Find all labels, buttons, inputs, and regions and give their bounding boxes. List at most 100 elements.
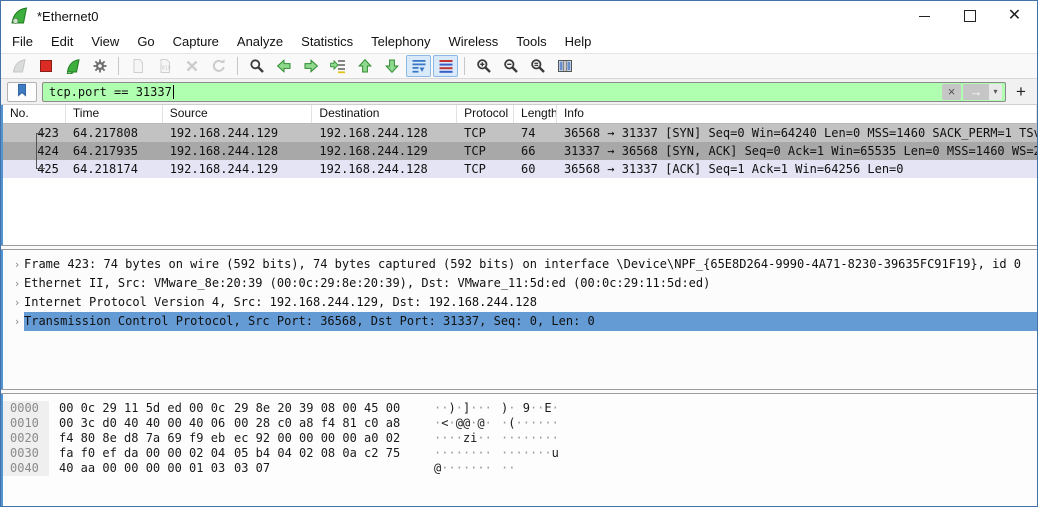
detail-row-1[interactable]: ›Ethernet II, Src: VMware_8e:20:39 (00:0…	[3, 274, 1037, 293]
column-header-time[interactable]: Time	[66, 105, 163, 123]
menu-capture[interactable]: Capture	[164, 31, 228, 53]
filter-bar: tcp.port == 31337 × → ▾ +	[1, 79, 1037, 105]
cell-info: 36568 → 31337 [SYN] Seq=0 Win=64240 Len=…	[557, 124, 1037, 142]
hex-offset: 0020	[3, 431, 49, 446]
maximize-button[interactable]	[947, 1, 992, 31]
column-header-source[interactable]: Source	[163, 105, 313, 123]
ascii-left: ··)·]···	[434, 401, 492, 416]
detail-text: Transmission Control Protocol, Src Port:…	[24, 312, 1037, 331]
stop-icon	[38, 58, 54, 74]
goto-icon	[330, 58, 346, 74]
doc010-icon: 010	[157, 58, 173, 74]
cell-source: 192.168.244.129	[163, 124, 313, 142]
find-packet-button[interactable]	[244, 55, 269, 77]
cell-time: 64.217935	[66, 142, 163, 160]
display-filter-input[interactable]: tcp.port == 31337 × → ▾	[42, 82, 1006, 102]
menu-telephony[interactable]: Telephony	[362, 31, 439, 53]
detail-row-3[interactable]: ›Transmission Control Protocol, Src Port…	[3, 312, 1037, 331]
filter-apply-button[interactable]: →	[963, 84, 989, 100]
go-to-packet-button[interactable]	[325, 55, 350, 77]
expand-arrow-icon[interactable]: ›	[10, 255, 24, 274]
column-header-protocol[interactable]: Protocol	[457, 105, 514, 123]
expand-arrow-icon[interactable]: ›	[10, 293, 24, 312]
zoom-out-button[interactable]	[498, 55, 523, 77]
ascii-left: ·<·@@·@·	[434, 416, 492, 431]
colorize-button[interactable]	[433, 55, 458, 77]
column-header-info[interactable]: Info	[557, 105, 1037, 123]
close-button[interactable]: ✕	[992, 1, 1037, 31]
reload-icon	[211, 58, 227, 74]
go-first-button[interactable]	[352, 55, 377, 77]
menu-edit[interactable]: Edit	[42, 31, 82, 53]
chevron-down-icon: ▾	[993, 87, 997, 96]
menu-go[interactable]: Go	[128, 31, 163, 53]
expand-arrow-icon[interactable]: ›	[10, 274, 24, 293]
hex-bytes-left: 40 aa 00 00 00 00 01 03	[59, 461, 225, 476]
apply-arrow-icon: →	[970, 84, 983, 99]
go-last-button[interactable]	[379, 55, 404, 77]
hex-row-0010[interactable]: 001000 3c d0 40 40 00 40 0600 28 c0 a8 f…	[3, 416, 1037, 431]
packet-list-body: 42364.217808192.168.244.129192.168.244.1…	[3, 124, 1037, 178]
hex-offset: 0030	[3, 446, 49, 461]
column-header-length[interactable]: Length	[514, 105, 557, 123]
zoom-original-button[interactable]	[525, 55, 550, 77]
wireshark-logo-icon	[9, 6, 29, 26]
packet-list-pane: No.TimeSourceDestinationProtocolLengthIn…	[1, 105, 1037, 245]
menu-wireless[interactable]: Wireless	[439, 31, 507, 53]
start-capture-button[interactable]	[6, 55, 31, 77]
resize-columns-button[interactable]	[552, 55, 577, 77]
find-icon	[249, 58, 265, 74]
minimize-button[interactable]	[902, 1, 947, 31]
hex-row-0040[interactable]: 004040 aa 00 00 00 00 01 0303 07@·······…	[3, 461, 1037, 476]
open-file-button[interactable]	[125, 55, 150, 77]
doc-icon	[130, 58, 146, 74]
save-file-button[interactable]: 010	[152, 55, 177, 77]
reload-file-button[interactable]	[206, 55, 231, 77]
menu-tools[interactable]: Tools	[507, 31, 555, 53]
ascii-left: ····zi··	[434, 431, 492, 446]
column-header-no[interactable]: No.	[3, 105, 66, 123]
cell-no: 423	[3, 124, 66, 142]
hex-row-0020[interactable]: 0020f4 80 8e d8 7a 69 f9 ebec 92 00 00 0…	[3, 431, 1037, 446]
toolbar-separator	[464, 57, 465, 75]
arrow-left-icon	[276, 58, 292, 74]
filter-bookmark-button[interactable]	[7, 82, 37, 102]
menu-file[interactable]: File	[3, 31, 42, 53]
menu-view[interactable]: View	[82, 31, 128, 53]
packet-row-423[interactable]: 42364.217808192.168.244.129192.168.244.1…	[3, 124, 1037, 142]
capture-options-button[interactable]	[87, 55, 112, 77]
auto-scroll-button[interactable]	[406, 55, 431, 77]
close-file-button[interactable]	[179, 55, 204, 77]
close-icon: ✕	[1008, 8, 1021, 24]
ascii-left: ········	[434, 446, 492, 461]
cell-info: 31337 → 36568 [SYN, ACK] Seq=0 Ack=1 Win…	[557, 142, 1037, 160]
cell-time: 64.218174	[66, 160, 163, 178]
cell-no: 424	[3, 142, 66, 160]
go-back-button[interactable]	[271, 55, 296, 77]
filter-add-button[interactable]: +	[1011, 82, 1031, 102]
menu-statistics[interactable]: Statistics	[292, 31, 362, 53]
expand-arrow-icon[interactable]: ›	[10, 312, 24, 331]
zoom-out-icon	[503, 58, 519, 74]
stop-capture-button[interactable]	[33, 55, 58, 77]
packet-row-424[interactable]: 42464.217935192.168.244.128192.168.244.1…	[3, 142, 1037, 160]
restart-capture-button[interactable]	[60, 55, 85, 77]
menu-help[interactable]: Help	[556, 31, 601, 53]
packet-row-425[interactable]: 42564.218174192.168.244.129192.168.244.1…	[3, 160, 1037, 178]
menu-analyze[interactable]: Analyze	[228, 31, 292, 53]
detail-row-0[interactable]: ›Frame 423: 74 bytes on wire (592 bits),…	[3, 255, 1037, 274]
filter-clear-button[interactable]: ×	[942, 84, 961, 100]
cell-source: 192.168.244.129	[163, 160, 313, 178]
cell-destination: 192.168.244.128	[312, 124, 457, 142]
zoom-in-button[interactable]	[471, 55, 496, 77]
detail-row-2[interactable]: ›Internet Protocol Version 4, Src: 192.1…	[3, 293, 1037, 312]
filter-dropdown-button[interactable]: ▾	[989, 84, 1002, 100]
cell-protocol: TCP	[457, 160, 514, 178]
hex-row-0030[interactable]: 0030fa f0 ef da 00 00 02 0405 b4 04 02 0…	[3, 446, 1037, 461]
ascii-left: @·······	[434, 461, 492, 476]
go-forward-button[interactable]	[298, 55, 323, 77]
hex-row-0000[interactable]: 000000 0c 29 11 5d ed 00 0c29 8e 20 39 0…	[3, 401, 1037, 416]
cell-length: 66	[514, 142, 557, 160]
hex-bytes-right: 05 b4 04 02 08 0a c2 75	[234, 446, 400, 461]
column-header-destination[interactable]: Destination	[312, 105, 457, 123]
